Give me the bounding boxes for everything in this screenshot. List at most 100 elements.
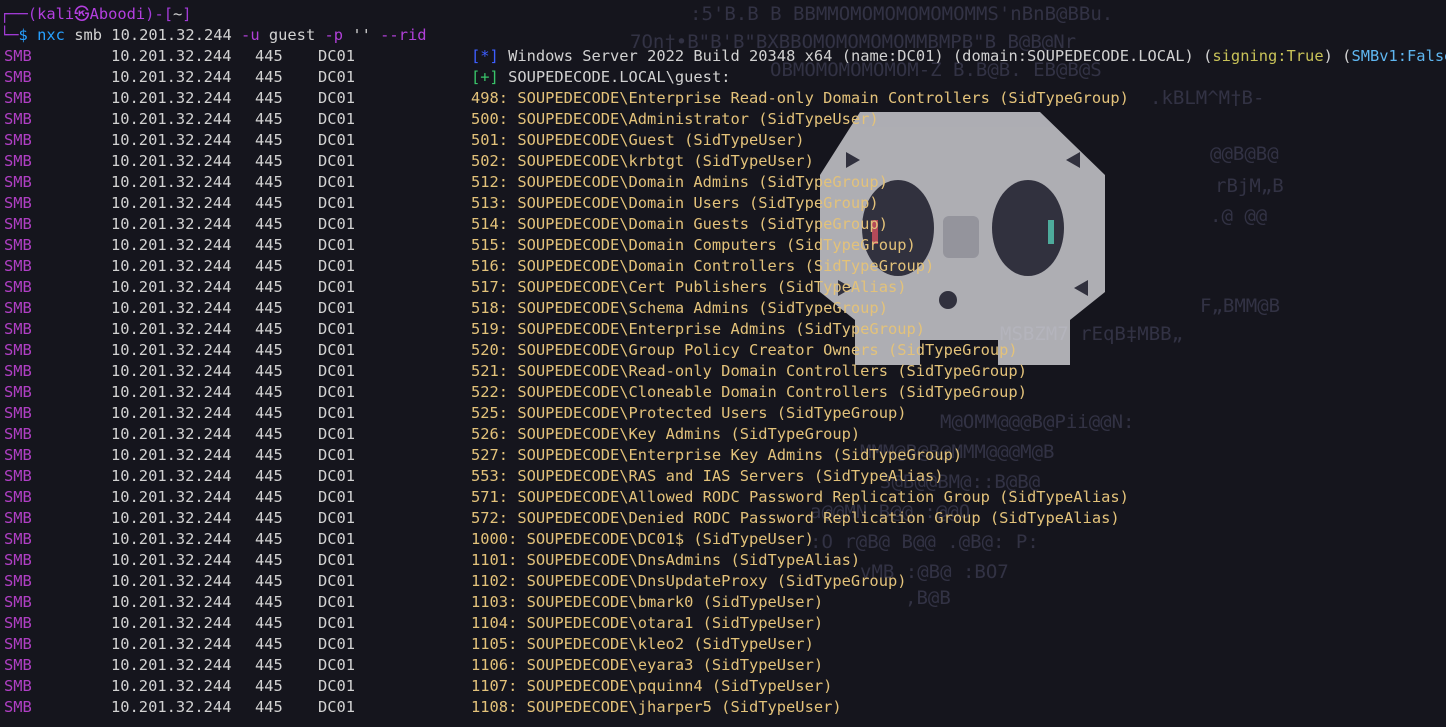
rid-entry: 518: SOUPEDECODE\Schema Admins (SidTypeG… (471, 299, 888, 317)
rid-entry: 527: SOUPEDECODE\Enterprise Key Admins (… (471, 446, 963, 464)
rid-row: SMB 10.201.32.244 445 DC01 500: SOUPEDECODE\… (0, 109, 1446, 130)
row-host: DC01 (318, 341, 356, 359)
row-message: [*] Windows Server 2022 Build 20348 x64 … (471, 46, 1446, 67)
row-proto: SMB (4, 572, 32, 590)
prompt-symbol: $ (18, 26, 28, 44)
prompt-bracket-open: ┌──( (0, 5, 38, 23)
row-proto: SMB (4, 362, 32, 380)
row-host: DC01 (318, 68, 356, 86)
row-proto: SMB (4, 110, 32, 128)
rid-row: SMB 10.201.32.244 445 DC01 1101: SOUPEDECODE… (0, 550, 1446, 571)
row-ip: 10.201.32.244 (111, 89, 232, 107)
row-ip: 10.201.32.244 (111, 404, 232, 422)
row-port: 445 (255, 656, 283, 674)
row-port: 445 (255, 446, 283, 464)
row-ip: 10.201.32.244 (111, 152, 232, 170)
row-ip: 10.201.32.244 (111, 614, 232, 632)
row-port: 445 (255, 341, 283, 359)
row-host: DC01 (318, 551, 356, 569)
row-host: DC01 (318, 278, 356, 296)
rid-row: SMB 10.201.32.244 445 DC01 525: SOUPEDECODE\… (0, 403, 1446, 424)
row-proto: SMB (4, 68, 32, 86)
rid-row: SMB 10.201.32.244 445 DC01 514: SOUPEDECODE\… (0, 214, 1446, 235)
row-proto: SMB (4, 341, 32, 359)
row-ip: 10.201.32.244 (111, 635, 232, 653)
row-host: DC01 (318, 404, 356, 422)
row-ip: 10.201.32.244 (111, 131, 232, 149)
row-host: DC01 (318, 383, 356, 401)
rid-row: SMB 10.201.32.244 445 DC01 1105: SOUPEDECODE… (0, 634, 1446, 655)
row-host: DC01 (318, 530, 356, 548)
row-port: 445 (255, 614, 283, 632)
rid-entry: 515: SOUPEDECODE\Domain Computers (SidTy… (471, 236, 916, 254)
row-ip: 10.201.32.244 (111, 320, 232, 338)
row-proto: SMB (4, 509, 32, 527)
terminal-window[interactable]: :5'B.B B BBMMOMOMOMOMOMOMMS'nBnB@BBu. 7O… (0, 0, 1446, 727)
rid-row: SMB 10.201.32.244 445 DC01 516: SOUPEDECODE\… (0, 256, 1446, 277)
rid-entry: 1104: SOUPEDECODE\otara1 (SidTypeUser) (471, 614, 824, 632)
rid-row: SMB 10.201.32.244 445 DC01 1107: SOUPEDECODE… (0, 676, 1446, 697)
row-proto: SMB (4, 404, 32, 422)
row-host: DC01 (318, 698, 356, 716)
prompt-user: kali (37, 5, 75, 23)
info-domain: (domain:SOUPEDECODE.LOCAL) (952, 47, 1194, 65)
rid-entry: 571: SOUPEDECODE\Allowed RODC Password R… (471, 488, 1129, 506)
prompt-at-symbol: ㉿ (74, 5, 90, 23)
row-proto: SMB (4, 278, 32, 296)
row-ip: 10.201.32.244 (111, 68, 232, 86)
prompt-cwd: ~ (172, 5, 183, 23)
command-pass-value: '' (352, 26, 371, 44)
info-name: (name:DC01) (841, 47, 944, 65)
command-line[interactable]: └─$ nxc smb 10.201.32.244 -u guest -p ''… (0, 25, 427, 46)
row-port: 445 (255, 572, 283, 590)
info-signing-open: ( (1203, 47, 1213, 65)
row-port: 445 (255, 467, 283, 485)
row-host: DC01 (318, 509, 356, 527)
prompt-corner: └─ (0, 26, 19, 44)
rid-row: SMB 10.201.32.244 445 DC01 515: SOUPEDECODE\… (0, 235, 1446, 256)
row-ip: 10.201.32.244 (111, 236, 232, 254)
row-proto: SMB (4, 530, 32, 548)
row-proto: SMB (4, 614, 32, 632)
row-host: DC01 (318, 320, 356, 338)
row-port: 445 (255, 488, 283, 506)
row-proto: SMB (4, 656, 32, 674)
rid-entry: 521: SOUPEDECODE\Read-only Domain Contro… (471, 362, 1027, 380)
row-host: DC01 (318, 635, 356, 653)
row-port: 445 (255, 593, 283, 611)
row-ip: 10.201.32.244 (111, 530, 232, 548)
rid-row: SMB 10.201.32.244 445 DC01 498: SOUPEDECODE\… (0, 88, 1446, 109)
row-host: DC01 (318, 572, 356, 590)
row-proto: SMB (4, 215, 32, 233)
row-host: DC01 (318, 131, 356, 149)
row-proto: SMB (4, 173, 32, 191)
rid-entry: 522: SOUPEDECODE\Cloneable Domain Contro… (471, 383, 1027, 401)
command-rid-flag: --rid (380, 26, 427, 44)
row-host: DC01 (318, 656, 356, 674)
rid-row: SMB 10.201.32.244 445 DC01 517: SOUPEDECODE\… (0, 277, 1446, 298)
row-ip: 10.201.32.244 (111, 215, 232, 233)
row-ip: 10.201.32.244 (111, 698, 232, 716)
row-host: DC01 (318, 47, 356, 65)
row-port: 445 (255, 530, 283, 548)
rid-row: SMB 10.201.32.244 445 DC01 522: SOUPEDECODE\… (0, 382, 1446, 403)
row-ip: 10.201.32.244 (111, 509, 232, 527)
row-proto: SMB (4, 383, 32, 401)
rid-entry: 502: SOUPEDECODE\krbtgt (SidTypeUser) (471, 152, 814, 170)
row-proto: SMB (4, 635, 32, 653)
rid-entry: 526: SOUPEDECODE\Key Admins (SidTypeGrou… (471, 425, 861, 443)
row-port: 445 (255, 509, 283, 527)
rid-entry: 1107: SOUPEDECODE\pquinn4 (SidTypeUser) (471, 677, 833, 695)
rid-entry: 501: SOUPEDECODE\Guest (SidTypeUser) (471, 131, 805, 149)
rid-row: SMB 10.201.32.244 445 DC01 1000: SOUPEDECODE… (0, 529, 1446, 550)
row-proto: SMB (4, 89, 32, 107)
rid-entry: 1103: SOUPEDECODE\bmark0 (SidTypeUser) (471, 593, 824, 611)
row-ip: 10.201.32.244 (111, 488, 232, 506)
rid-row: SMB 10.201.32.244 445 DC01 513: SOUPEDECODE\… (0, 193, 1446, 214)
rid-row: SMB 10.201.32.244 445 DC01 1106: SOUPEDECODE… (0, 655, 1446, 676)
row-host: DC01 (318, 614, 356, 632)
rid-row: SMB 10.201.32.244 445 DC01 521: SOUPEDECODE\… (0, 361, 1446, 382)
rid-entry: 1101: SOUPEDECODE\DnsAdmins (SidTypeAlia… (471, 551, 861, 569)
row-port: 445 (255, 635, 283, 653)
rid-entry: 1108: SOUPEDECODE\jharper5 (SidTypeUser) (471, 698, 842, 716)
